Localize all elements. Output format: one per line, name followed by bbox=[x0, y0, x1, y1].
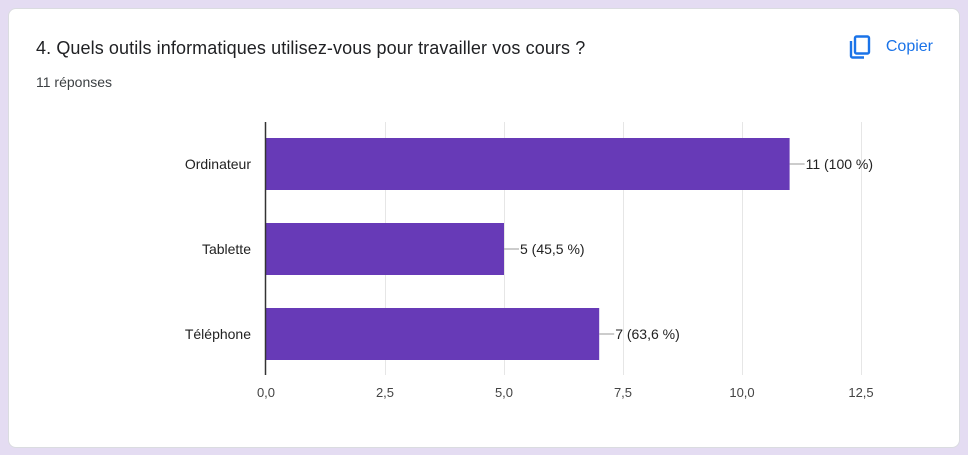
bar bbox=[266, 223, 504, 275]
x-tick-label: 10,0 bbox=[729, 385, 754, 400]
bar-chart: Ordinateur 11 (100 %) Tablette 5 (45,5 %) Té… bbox=[185, 122, 874, 400]
category-label: Tablette bbox=[202, 241, 251, 257]
category-label: Téléphone bbox=[185, 326, 251, 342]
data-label: 7 (63,6 %) bbox=[615, 326, 680, 342]
x-tick-label: 0,0 bbox=[257, 385, 275, 400]
bar bbox=[266, 138, 790, 190]
bar bbox=[266, 308, 600, 360]
data-label: 11 (100 %) bbox=[806, 156, 873, 172]
data-label: 5 (45,5 %) bbox=[520, 241, 585, 257]
x-tick-label: 7,5 bbox=[614, 385, 632, 400]
x-tick-label: 5,0 bbox=[495, 385, 513, 400]
category-label: Ordinateur bbox=[185, 156, 251, 172]
x-tick-label: 2,5 bbox=[376, 385, 394, 400]
x-tick-label: 12,5 bbox=[848, 385, 873, 400]
